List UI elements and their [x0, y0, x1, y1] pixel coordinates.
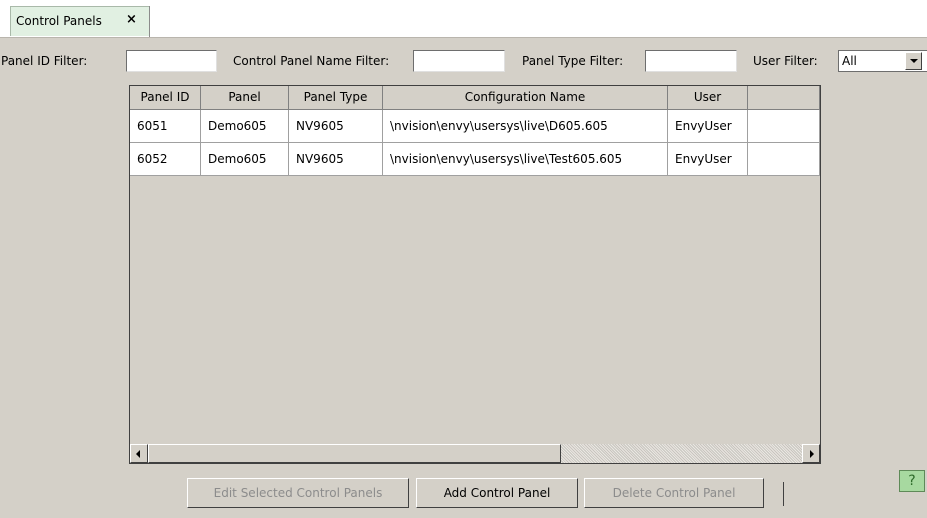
name-filter-label: Control Panel Name Filter: [233, 54, 390, 68]
cell-user: EnvyUser [668, 110, 748, 143]
cell-panel: Demo605 [201, 110, 289, 143]
control-panels-view: Panel ID Filter: Control Panel Name Filt… [0, 37, 927, 518]
panel-id-filter-label: Panel ID Filter: [1, 54, 88, 68]
table-row[interactable]: 6052 Demo605 NV9605 \nvision\envy\usersy… [130, 143, 820, 176]
user-filter-select[interactable]: All [838, 50, 927, 72]
column-header-panel-id[interactable]: Panel ID [130, 86, 201, 110]
cell-panel-type: NV9605 [289, 110, 383, 143]
column-header-empty[interactable] [748, 86, 820, 110]
help-button[interactable]: ? [899, 470, 925, 492]
cell-panel-type: NV9605 [289, 143, 383, 176]
cell-configuration-name: \nvision\envy\usersys\live\D605.605 [383, 110, 668, 143]
type-filter-label: Panel Type Filter: [522, 54, 624, 68]
cell-empty [748, 143, 820, 176]
panel-id-filter-input[interactable] [126, 50, 217, 72]
chevron-down-icon [910, 59, 918, 63]
toolbar-divider [783, 482, 784, 506]
cell-empty [748, 110, 820, 143]
close-icon[interactable]: × [126, 12, 137, 27]
column-header-configuration-name[interactable]: Configuration Name [383, 86, 668, 110]
user-filter-value: All [842, 54, 857, 68]
table-header: Panel ID Panel Panel Type Configuration … [130, 86, 820, 110]
edit-selected-control-panels-button[interactable]: Edit Selected Control Panels [187, 478, 409, 508]
control-panels-table: Panel ID Panel Panel Type Configuration … [129, 85, 821, 464]
scroll-right-button[interactable] [802, 444, 820, 463]
cell-user: EnvyUser [668, 143, 748, 176]
column-header-panel-type[interactable]: Panel Type [289, 86, 383, 110]
column-header-user[interactable]: User [668, 86, 748, 110]
tab-bar: Control Panels × [0, 0, 927, 37]
table-row[interactable]: 6051 Demo605 NV9605 \nvision\envy\usersy… [130, 110, 820, 143]
cell-panel-id: 6051 [130, 110, 201, 143]
type-filter-input[interactable] [645, 50, 737, 72]
cell-configuration-name: \nvision\envy\usersys\live\Test605.605 [383, 143, 668, 176]
name-filter-input[interactable] [413, 50, 505, 72]
cell-panel: Demo605 [201, 143, 289, 176]
column-header-panel[interactable]: Panel [201, 86, 289, 110]
dropdown-button[interactable] [905, 52, 922, 70]
add-control-panel-button[interactable]: Add Control Panel [416, 478, 578, 508]
scroll-left-button[interactable] [130, 444, 148, 463]
tab-label: Control Panels [16, 14, 102, 28]
tab-divider [149, 6, 150, 37]
tab-control-panels[interactable]: Control Panels × [10, 6, 150, 36]
delete-control-panel-button[interactable]: Delete Control Panel [584, 478, 764, 508]
user-filter-label: User Filter: [753, 54, 818, 68]
horizontal-scrollbar[interactable] [130, 444, 820, 463]
arrow-right-icon [810, 450, 814, 458]
arrow-left-icon [136, 450, 140, 458]
scrollbar-thumb[interactable] [148, 444, 561, 463]
cell-panel-id: 6052 [130, 143, 201, 176]
